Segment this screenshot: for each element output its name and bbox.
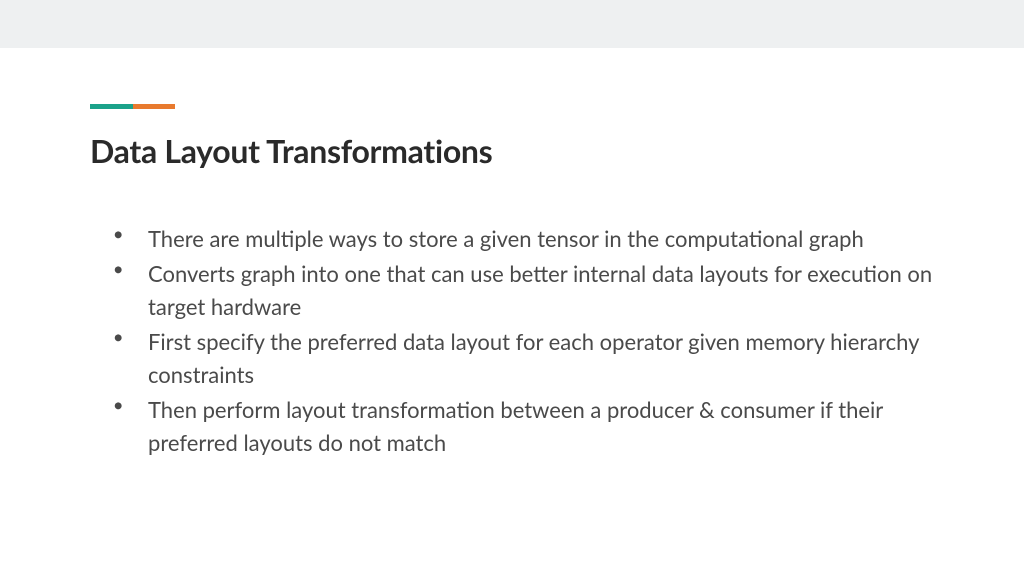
top-bar bbox=[0, 0, 1024, 48]
list-item: Converts graph into one that can use bet… bbox=[114, 257, 934, 323]
accent-orange-segment bbox=[133, 104, 176, 109]
list-item: First specify the preferred data layout … bbox=[114, 325, 934, 391]
list-item: There are multiple ways to store a given… bbox=[114, 222, 934, 255]
accent-teal-segment bbox=[90, 104, 133, 109]
accent-line bbox=[90, 104, 175, 109]
slide-content: Data Layout Transformations There are mu… bbox=[0, 48, 1024, 459]
bullet-list: There are multiple ways to store a given… bbox=[90, 222, 934, 459]
list-item: Then perform layout transformation betwe… bbox=[114, 393, 934, 459]
slide-title: Data Layout Transformations bbox=[90, 131, 934, 170]
